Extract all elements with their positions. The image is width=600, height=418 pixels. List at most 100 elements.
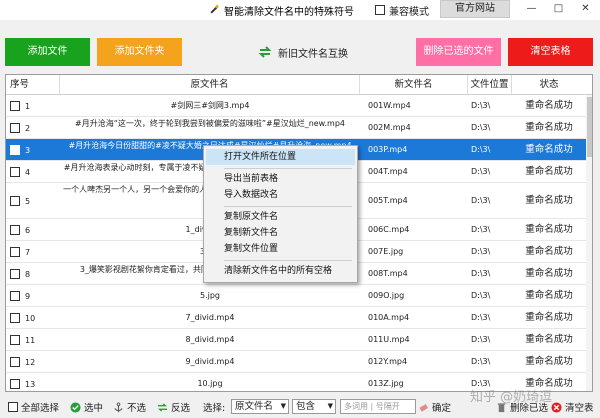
magic-wand-icon [210,5,219,14]
row-number: 5 [25,196,31,206]
original-name-cell: #剑网三#剑网3.mp4 [170,101,250,110]
compat-mode-toggle[interactable]: 兼容模式 [375,3,429,18]
add-folder-button[interactable]: 添加文件夹 [97,38,182,66]
close-button[interactable]: ✕ [572,0,599,18]
delete-selected-button[interactable]: 删除已选的文件 [416,38,501,66]
table-row[interactable]: 10 7_divid.mp4 010A.mp4 D:\3\ 重命名成功 [6,307,592,329]
new-name-cell: 004T.mp4 [368,167,408,176]
row-number: 7 [25,247,31,257]
menu-open-location[interactable]: 打开文件所在位置 [206,149,355,165]
confirm-button[interactable]: 确定 [418,400,451,414]
row-checkbox[interactable] [10,379,20,389]
bottom-clear-table-label: 清空表 [565,403,594,414]
table-header: 序号 原文件名 新文件名 文件位置 状态 [6,75,592,95]
menu-copy-new-name[interactable]: 复制新文件名 [206,225,355,241]
invert-selection-button[interactable]: 反选 [157,400,190,414]
row-number-cell: 13 [6,373,60,391]
new-name-cell: 001W.mp4 [368,101,411,110]
swap-names-button[interactable]: 新旧文件名互换 [258,44,348,60]
match-dropdown[interactable]: 包含 ▼ [292,399,336,414]
table-row[interactable]: 9 5.jpg 009O.jpg D:\3\ 重命名成功 [6,285,592,307]
menu-separator [224,168,352,169]
confirm-label: 确定 [432,403,452,414]
col-header-status[interactable]: 状态 [512,75,586,95]
menu-separator [224,260,352,261]
row-number: 8 [25,269,31,279]
row-checkbox[interactable] [10,335,20,345]
location-cell: D:\3\ [471,335,491,344]
swap-icon [258,46,272,58]
table-row[interactable]: 12 9_divid.mp4 012Y.mp4 D:\3\ 重命名成功 [6,351,592,373]
new-name-cell: 012Y.mp4 [368,357,408,366]
row-checkbox[interactable] [10,196,20,206]
location-cell: D:\3\ [471,123,491,132]
row-checkbox[interactable] [10,247,20,257]
eraser-icon [419,403,429,412]
original-name-cell: 7_divid.mp4 [185,313,235,322]
location-cell: D:\3\ [471,101,491,110]
row-number-cell: 12 [6,351,60,373]
window-controls: — □ ✕ [518,0,599,18]
table-row[interactable]: 1 #剑网三#剑网3.mp4 001W.mp4 D:\3\ 重命名成功 [6,95,592,117]
row-checkbox[interactable] [10,357,20,367]
select-button[interactable]: 选中 [70,400,103,414]
row-number: 13 [25,379,36,389]
clear-table-button[interactable]: 清空表格 [508,38,593,66]
deselect-label: 不选 [127,403,147,414]
status-cell: 重命名成功 [525,334,573,345]
row-checkbox[interactable] [10,269,20,279]
match-dropdown-value: 包含 [296,401,316,412]
col-header-num[interactable]: 序号 [6,75,60,95]
new-name-cell: 005T.mp4 [368,196,408,205]
row-number: 10 [25,313,36,323]
menu-clear-spaces[interactable]: 清除新文件名中的所有空格 [206,263,355,279]
maximize-button[interactable]: □ [545,0,572,18]
invert-selection-label: 反选 [171,403,191,414]
bottom-clear-table-button[interactable]: 清空表 [551,400,594,414]
menu-copy-location[interactable]: 复制文件位置 [206,241,355,257]
row-checkbox[interactable] [10,313,20,323]
check-circle-icon [70,401,81,413]
row-checkbox[interactable] [10,225,20,235]
swap-names-label: 新旧文件名互换 [278,48,348,60]
row-checkbox[interactable] [10,291,20,301]
menu-import-rename[interactable]: 导入数据改名 [206,187,355,203]
status-cell: 重命名成功 [525,246,573,257]
scrollbar-thumb[interactable] [587,97,592,157]
row-number-cell: 3 [6,139,60,161]
website-button[interactable]: 官方网站 [440,0,510,18]
row-checkbox[interactable] [10,123,20,133]
row-number-cell: 10 [6,307,60,329]
compat-mode-checkbox[interactable] [375,5,385,15]
deselect-button[interactable]: 不选 [113,400,146,414]
select-all-checkbox[interactable] [8,402,18,412]
new-name-cell: 002M.mp4 [368,123,411,132]
status-cell: 重命名成功 [525,144,573,155]
field-dropdown[interactable]: 原文件名 ▼ [231,399,289,414]
status-cell: 重命名成功 [525,268,573,279]
vertical-scrollbar[interactable] [586,95,592,391]
menu-copy-original-name[interactable]: 复制原文件名 [206,209,355,225]
row-number-cell: 1 [6,95,60,117]
col-header-original[interactable]: 原文件名 [60,75,360,95]
minimize-button[interactable]: — [518,0,545,18]
status-cell: 重命名成功 [525,122,573,133]
menu-export-table[interactable]: 导出当前表格 [206,171,355,187]
row-checkbox[interactable] [10,167,20,177]
keyword-input[interactable]: 多词用 | 号隔开 [340,399,416,414]
select-all-toggle[interactable]: 全部选择 [8,400,59,414]
original-name-cell: 10.jpg [197,379,223,388]
row-checkbox[interactable] [10,145,20,155]
chevron-down-icon: ▼ [280,402,286,410]
col-header-new[interactable]: 新文件名 [360,75,468,95]
row-checkbox[interactable] [10,101,20,111]
location-cell: D:\3\ [471,291,491,300]
row-number: 12 [25,357,36,367]
table-row[interactable]: 11 8_divid.mp4 011U.mp4 D:\3\ 重命名成功 [6,329,592,351]
add-file-button[interactable]: 添加文件 [5,38,90,66]
row-number-cell: 9 [6,285,60,307]
col-header-location[interactable]: 文件位置 [468,75,512,95]
swap-icon [157,402,168,412]
location-cell: D:\3\ [471,357,491,366]
table-row[interactable]: 2 #月升沧海“这一次，终于轮到我尝到被偏爱的滋味啦”#星汉灿烂_new.mp4 0… [6,117,592,139]
